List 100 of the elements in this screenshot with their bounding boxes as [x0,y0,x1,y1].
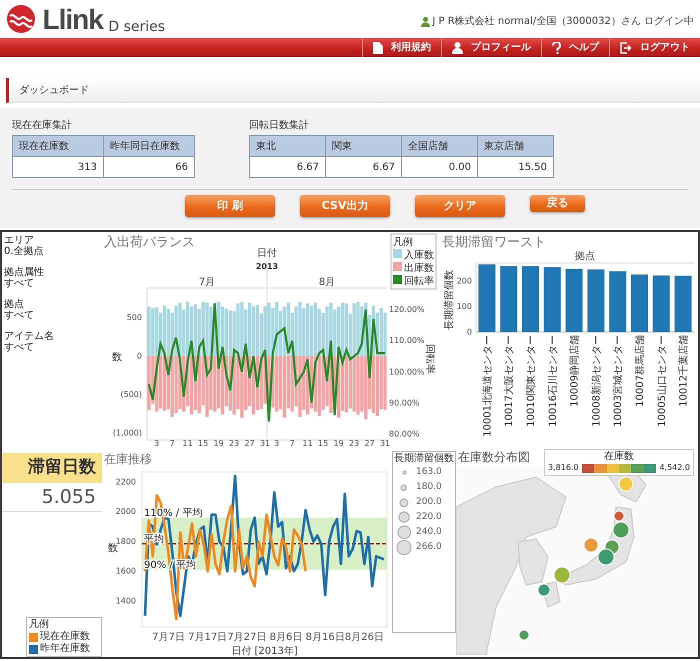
category-label: 10001北海道センター [482,335,494,437]
legend-title: 凡例 [393,237,413,248]
tick-label: 100 [456,302,472,311]
size-circle-icon [396,539,412,556]
table-header-cell: 東北 [250,136,326,156]
document-icon [373,42,383,54]
tick-label: 27 [244,439,255,447]
logo-subtitle: D series [108,20,166,34]
filter-label: エリア [4,235,34,246]
filter-label: 拠点属性 [4,267,45,278]
tick-label: 23 [229,439,240,447]
legend-label: 240.0 [416,526,442,539]
tick-label: 7 [170,439,175,447]
nav-link[interactable]: プロフィール [441,38,541,57]
tick-label: 15 [318,439,328,447]
nav-link[interactable]: ログアウト [609,38,700,57]
nav-link[interactable]: ヘルプ [541,38,609,57]
legend-label: 3,816.0 [548,462,579,474]
category-label: 10010関東センター [526,335,537,427]
action-button[interactable]: 印 刷 [185,195,275,217]
action-button[interactable]: 戻る [530,195,585,212]
nav-link[interactable]: 利用規約 [362,38,441,57]
tick-label: 1600 [116,566,136,576]
legend-label: 入庫数 [404,250,434,261]
user-info: J P R株式会社 normal/全国（3000032）さん ログイン中 [432,14,694,29]
tick-label: 110.00% [389,336,425,346]
axis-label: 数 [108,543,118,554]
tick-label: 11 [182,439,193,447]
tick-label: 1800 [116,536,136,546]
tick-label: 3 [274,439,280,447]
table-cell: 6.67 [326,156,402,178]
axis-label: 数 [112,352,122,363]
legend-label: 180.0 [416,480,442,494]
category-label: 10008新潟センター [591,335,602,427]
help-icon [552,42,561,54]
size-circle-icon [396,525,412,540]
tick-label: 8月26日 [344,632,384,643]
table-cell: 15.50 [478,156,554,178]
tick-label: 2000 [116,507,136,516]
page-title: ダッシュボード [19,84,89,98]
tick-label: 7 [290,439,295,447]
filter-label: アイテム名 [4,331,55,342]
tick-label: 200 [456,276,472,286]
filter-value[interactable]: すべて [4,310,100,321]
category-label: 10007群馬店舗 [635,335,646,407]
legend-title: 在庫数 [603,451,635,462]
category-label: 10012千葉店舗 [678,335,690,407]
legend-panel [390,234,436,290]
tick-label: 7月17日 [188,632,228,643]
table-cell: 6.67 [250,156,326,178]
tick-label: 19 [214,439,224,447]
axis-header: 8月 [318,277,336,288]
tick-label: 100.00% [389,367,425,376]
axis-label: 回転率 [424,344,435,374]
section-title: 回転日数集計 [249,118,310,133]
category-label: 10016石川センター [548,335,559,427]
map-title: 在庫数分布図 [457,449,530,466]
section-title: 現在在庫集計 [12,118,73,133]
kpi-value: 5.055 [2,482,102,512]
logout-icon [620,42,632,54]
tick-label: 31 [260,439,270,447]
axis-label: 日付 [2013年] [231,646,298,657]
tick-label: 120.00% [389,305,425,314]
legend-label: 現在在庫数 [40,631,90,642]
tick-label: 19 [334,439,344,447]
legend-label: 163.0 [416,466,442,479]
category-label: 10017大阪センター [504,335,516,427]
table-cell: 0.00 [402,156,478,178]
tick-label: (500) [120,390,142,399]
filter-value[interactable]: すべて [4,342,100,353]
tick-label: 500 [126,312,142,322]
table-cell: 313 [12,156,104,178]
size-circle-icon [400,484,408,492]
filter-value[interactable]: すべて [4,278,100,289]
tick-label: 7月27日 [227,632,266,643]
legend-label: 昨年在庫数 [40,643,90,655]
logo-text: Llink [42,6,103,34]
axis-header: 拠点 [575,251,595,262]
legend-label: 出庫数 [404,263,434,274]
action-button[interactable]: CSV出力 [300,195,390,217]
filter-value[interactable]: 0.全拠点 [4,246,100,257]
legend-title: 凡例 [29,619,50,631]
tick-label: 0 [466,328,472,336]
kpi-label: 滞留日数 [2,453,102,482]
table-header-cell: 東京店舗 [478,136,554,156]
size-circle-icon [399,498,409,508]
chart-title: 入出荷バランス [104,235,195,250]
table-cell: 66 [104,156,194,178]
legend-label: 220.0 [416,510,442,524]
action-button[interactable]: クリア [415,195,505,217]
category-label: 10005山口センター [656,335,668,427]
legend-label: 266.0 [416,540,442,554]
category-label: 10009静岡店舗 [570,335,581,407]
tick-label: 8月6日 [270,632,302,643]
tick-label: 7月7日 [152,632,185,643]
tick-label: 1400 [116,596,136,606]
filter-label: 拠点 [4,299,25,310]
axis-header: 日付 [257,248,277,259]
tick-label: 27 [364,439,375,447]
tick-label: 15 [198,439,208,447]
